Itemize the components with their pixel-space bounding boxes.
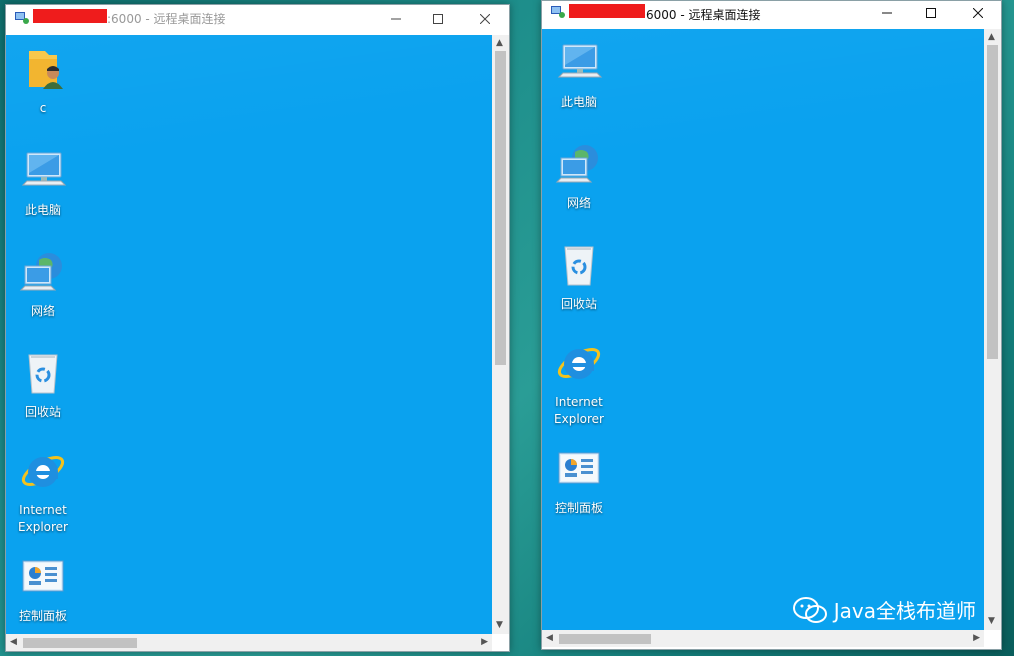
icon-label: 回收站 <box>560 297 597 311</box>
scrollbar-thumb[interactable] <box>987 45 998 359</box>
icon-label: Internet Explorer <box>18 503 68 534</box>
remote-desktop-icon <box>15 12 29 24</box>
horizontal-scrollbar[interactable]: ◀ ▶ <box>542 630 984 647</box>
minimize-button[interactable] <box>373 5 419 33</box>
icon-label: 此电脑 <box>560 95 597 109</box>
icon-label: c <box>39 101 47 115</box>
desktop-icon-internet-explorer[interactable]: Internet Explorer <box>542 339 616 428</box>
scroll-up-arrow-icon[interactable]: ▲ <box>988 33 995 42</box>
maximize-button[interactable] <box>415 5 461 33</box>
vertical-scrollbar[interactable]: ▲ ▼ <box>984 29 1001 630</box>
control-panel-icon <box>558 452 600 484</box>
title-bar[interactable]: 6000 - 远程桌面连接 <box>542 1 1001 29</box>
icon-label: 控制面板 <box>18 609 67 623</box>
title-bar[interactable]: :6000 - 远程桌面连接 <box>6 5 509 33</box>
internet-explorer-icon <box>21 456 65 487</box>
desktop-icon-control-panel[interactable]: 控制面板 <box>6 553 80 625</box>
scroll-down-arrow-icon[interactable]: ▼ <box>988 617 995 626</box>
rdp-window-right[interactable]: 6000 - 远程桌面连接 此电脑 网络 回收站 Internet Explor… <box>541 0 1002 650</box>
redacted-host <box>33 9 107 23</box>
desktop-icon-recycle-bin[interactable]: 回收站 <box>542 241 616 313</box>
recycle-bin-icon <box>28 354 58 394</box>
user-folder-icon <box>29 51 63 89</box>
scroll-down-arrow-icon[interactable]: ▼ <box>496 621 503 630</box>
recycle-bin-icon <box>564 246 594 286</box>
desktop-icon-control-panel[interactable]: 控制面板 <box>542 445 616 517</box>
computer-icon <box>21 152 67 186</box>
control-panel-icon <box>22 560 64 592</box>
scroll-left-arrow-icon[interactable]: ◀ <box>10 638 17 647</box>
remote-desktop-area[interactable]: c 此电脑 网络 回收站 Internet Explorer 控制面板 <box>6 35 492 634</box>
scroll-up-arrow-icon[interactable]: ▲ <box>496 39 503 48</box>
window-title: :6000 - 远程桌面连接 <box>107 12 226 26</box>
icon-label: 控制面板 <box>554 501 603 515</box>
internet-explorer-icon <box>557 348 601 379</box>
desktop-icon-network[interactable]: 网络 <box>6 248 80 320</box>
minimize-button[interactable] <box>864 0 910 27</box>
desktop-icon-user-folder[interactable]: c <box>6 45 80 117</box>
computer-icon <box>557 44 603 78</box>
maximize-button[interactable] <box>908 0 954 27</box>
window-title: 6000 - 远程桌面连接 <box>646 8 761 22</box>
close-button[interactable] <box>462 5 508 33</box>
remote-desktop-icon <box>551 6 565 18</box>
network-icon <box>555 145 598 183</box>
scrollbar-thumb[interactable] <box>559 634 651 644</box>
watermark-text: Java全栈布道师 <box>833 599 976 623</box>
scroll-right-arrow-icon[interactable]: ▶ <box>481 638 488 647</box>
icon-label: 网络 <box>566 196 591 210</box>
icon-label: Internet Explorer <box>554 395 604 426</box>
remote-desktop-area[interactable]: 此电脑 网络 回收站 Internet Explorer 控制面板 Java全栈… <box>542 29 984 630</box>
wechat-icon <box>792 596 827 623</box>
vertical-scrollbar[interactable]: ▲ ▼ <box>492 35 509 634</box>
network-icon <box>19 253 62 291</box>
horizontal-scrollbar[interactable]: ◀ ▶ <box>6 634 492 651</box>
icon-label: 网络 <box>30 304 55 318</box>
desktop-icon-recycle-bin[interactable]: 回收站 <box>6 349 80 421</box>
scroll-right-arrow-icon[interactable]: ▶ <box>973 634 980 643</box>
rdp-window-left[interactable]: :6000 - 远程桌面连接 c 此电脑 网络 回收站 Internet Exp… <box>5 4 510 652</box>
scroll-left-arrow-icon[interactable]: ◀ <box>546 634 553 643</box>
desktop-icon-this-pc[interactable]: 此电脑 <box>6 147 80 219</box>
desktop-icon-internet-explorer[interactable]: Internet Explorer <box>6 447 80 536</box>
scrollbar-thumb[interactable] <box>495 51 506 365</box>
watermark: Java全栈布道师 <box>792 595 976 624</box>
icon-label: 此电脑 <box>24 203 61 217</box>
desktop-icon-this-pc[interactable]: 此电脑 <box>542 39 616 111</box>
desktop-icon-network[interactable]: 网络 <box>542 140 616 212</box>
close-button[interactable] <box>955 0 1001 27</box>
scrollbar-thumb[interactable] <box>23 638 137 648</box>
icon-label: 回收站 <box>24 405 61 419</box>
redacted-host <box>569 4 645 18</box>
